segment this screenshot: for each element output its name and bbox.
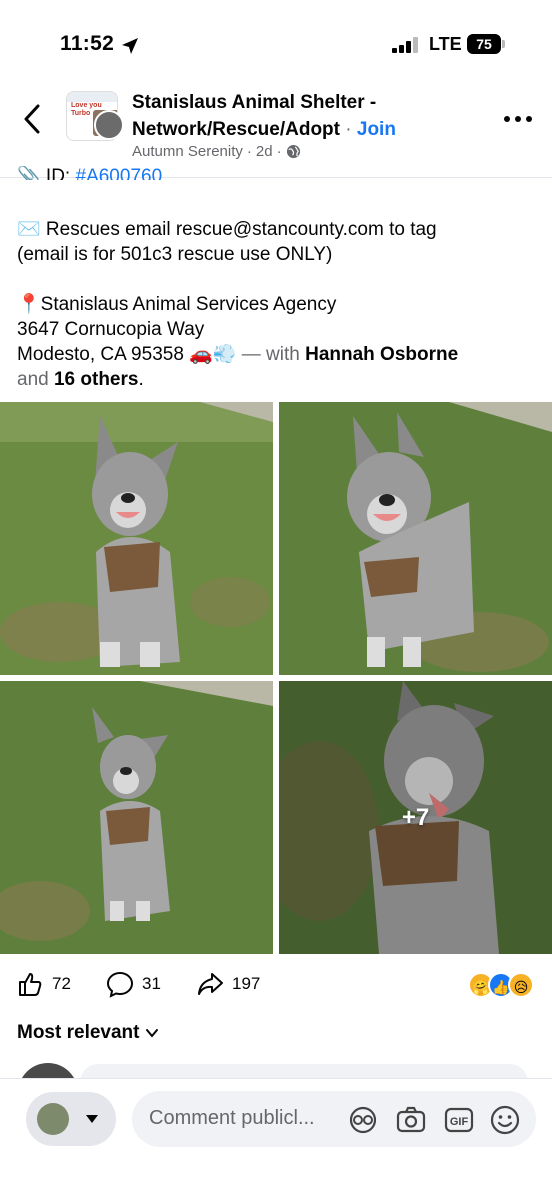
animal-id-link[interactable]: #A600760 [76, 166, 163, 180]
dog-photo-3[interactable] [0, 681, 273, 954]
comment-placeholder: Comment publicl... [149, 1107, 315, 1129]
battery-level: 75 [467, 34, 501, 54]
animal-id-line: 📎 ID: #A600760 [17, 166, 162, 180]
clock: 11:52 [60, 32, 115, 55]
camera-icon[interactable] [394, 1103, 428, 1137]
location-line-3: Modesto, CA 95358 🚗💨 — with Hannah Osbor… [17, 344, 459, 365]
email-line-2: (email is for 501c3 rescue use ONLY) [17, 244, 333, 265]
composer-avatar [37, 1103, 69, 1135]
post-time[interactable]: 2d [256, 143, 273, 160]
share-button[interactable]: 197 [196, 970, 260, 998]
reaction-summary[interactable]: 🤗 👍 😥 [468, 972, 538, 1000]
dog-photo-4-more[interactable]: +7 [279, 681, 552, 954]
comment-sort-label: Most relevant [17, 1022, 140, 1043]
comment-sort-dropdown[interactable]: Most relevant [17, 1022, 159, 1044]
tagged-person-link[interactable]: Hannah Osborne [305, 344, 458, 365]
comment-count: 31 [142, 974, 161, 993]
comment-composer: Comment publicl... GIF [0, 1078, 552, 1200]
group-name-line2: Network/Rescue/Adopt [132, 119, 340, 140]
tagged-others-link[interactable]: 16 others [54, 369, 138, 390]
comment-input[interactable]: Comment publicl... GIF [132, 1091, 536, 1147]
post-header: Love you Turbo Stanislaus Animal Shelter… [0, 88, 552, 178]
avatar-sticker-icon[interactable] [346, 1103, 380, 1137]
more-photos-count[interactable]: +7 [279, 681, 552, 954]
signal-strength-icon [392, 37, 420, 53]
email-line-1: ✉️ Rescues email rescue@stancounty.com t… [17, 219, 437, 240]
author-avatar[interactable] [94, 110, 124, 140]
like-button[interactable]: 72 [16, 970, 71, 998]
thumbs-up-icon [19, 973, 42, 996]
author-name[interactable]: Autumn Serenity [132, 143, 243, 160]
carrier-label: LTE [429, 34, 462, 54]
post-meta: Autumn Serenity · 2d · [132, 143, 301, 160]
location-line-1: 📍Stanislaus Animal Services Agency [17, 294, 337, 315]
location-arrow-icon [122, 38, 138, 54]
tagged-others-line: and 16 others. [17, 369, 144, 390]
more-options-icon[interactable] [502, 114, 534, 124]
share-count: 197 [232, 974, 261, 993]
group-name[interactable]: Stanislaus Animal Shelter - Network/Resc… [132, 89, 462, 143]
join-button[interactable]: Join [357, 119, 396, 140]
dog-photo-2[interactable] [279, 402, 552, 675]
public-globe-icon [286, 144, 300, 159]
gif-icon[interactable]: GIF [442, 1103, 476, 1137]
group-name-line1: Stanislaus Animal Shelter - [132, 92, 377, 113]
status-bar: 11:52 LTE 75 [0, 0, 552, 88]
comment-bubble-icon [106, 971, 134, 998]
svg-text:GIF: GIF [450, 1116, 469, 1128]
sad-reaction-icon: 😥 [508, 972, 534, 998]
comment-button[interactable]: 31 [106, 970, 161, 998]
identity-switcher[interactable] [26, 1092, 116, 1146]
share-arrow-icon [198, 973, 223, 995]
battery-icon: 75 [467, 34, 505, 54]
back-arrow-icon[interactable] [18, 102, 48, 136]
dog-photo-1[interactable] [0, 402, 273, 675]
emoji-icon[interactable] [488, 1103, 522, 1137]
chevron-down-icon [146, 1029, 159, 1038]
post-actions: 72 31 197 🤗 👍 😥 [0, 962, 552, 1010]
location-line-2: 3647 Cornucopia Way [17, 319, 205, 340]
photo-grid: +7 [0, 402, 552, 954]
like-count: 72 [52, 974, 71, 993]
caret-down-icon [86, 1115, 98, 1123]
